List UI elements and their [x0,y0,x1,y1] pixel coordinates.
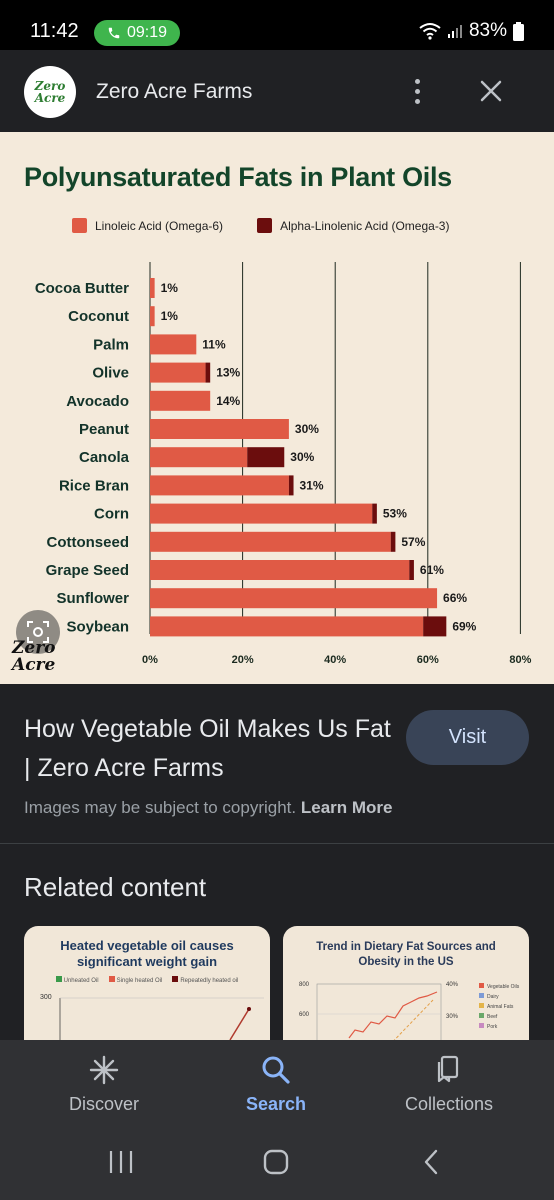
menu-dot [414,78,420,84]
nav-discover-label: Discover [68,1094,139,1114]
category-label: Coconut [68,308,129,325]
category-label: Palm [93,336,129,353]
bar-segment [423,616,447,637]
category-label: Corn [94,506,129,523]
collections-icon [437,1055,459,1083]
bar-segment [288,475,294,496]
nav-collections-label: Collections [404,1094,494,1114]
battery-percent: 83% [468,20,507,41]
bar-segment [150,278,155,298]
more-options-button[interactable] [402,76,432,106]
nav-search[interactable]: Search [196,1054,356,1115]
discover-icon [89,1055,119,1085]
data-label: 14% [216,394,240,408]
nav-discover[interactable]: Discover [24,1054,184,1115]
category-label: Soybean [66,618,129,635]
bar-segment [372,503,377,524]
ongoing-call-pill[interactable]: 09:19 [94,20,180,46]
category-label: Avocado [66,393,129,410]
category-label: Olive [92,365,129,382]
watermark-logo: Zero Acre [12,638,56,675]
bottom-navigation: Discover Search Collections [0,1040,554,1136]
bar-segment [150,419,289,439]
category-label: Rice Bran [59,477,129,494]
bar-segment [150,588,438,609]
bar-segment [150,475,289,496]
status-bar: 11:42 09:19 83% [0,0,554,50]
category-label: Sunflower [56,590,129,607]
copyright-text: Images may be subject to copyright. [24,798,297,817]
data-label: 13% [216,366,240,380]
nav-search-label: Search [245,1094,307,1114]
x-tick-label: 40% [324,654,346,666]
bar-segment [390,531,396,552]
category-label: Peanut [79,421,129,438]
call-duration: 09:19 [126,24,168,41]
home-icon[interactable] [262,1148,290,1176]
bar-segment [150,560,410,580]
card-chart-thumbnail [59,997,264,1056]
data-label: 66% [443,591,467,605]
data-label: 69% [452,619,476,633]
data-label: 31% [300,478,324,492]
learn-more-link[interactable]: Learn More [301,798,393,817]
data-label: 11% [202,337,226,351]
recent-apps-icon[interactable] [107,1148,135,1176]
close-button[interactable] [474,74,508,108]
bar-segment [205,362,211,383]
bar-segment [150,531,391,552]
data-label: 53% [383,507,407,521]
data-label: 1% [161,281,179,295]
bar-segment [150,306,155,327]
x-tick-label: 60% [417,654,439,666]
source-title[interactable]: Zero Acre Farms [96,80,252,104]
bar-segment [409,560,414,580]
bar-segment [150,503,373,524]
preview-image[interactable]: Polyunsaturated Fats in Plant Oils Linol… [0,132,554,684]
related-card-2[interactable]: Trend in Dietary Fat Sources and Obesity… [283,926,529,1056]
close-icon [480,80,502,102]
menu-dot [414,88,420,94]
phone-icon [108,27,120,39]
battery-icon [513,21,524,41]
data-label: 61% [420,563,444,577]
copyright-notice: Images may be subject to copyright. Lear… [24,798,393,818]
nav-collections[interactable]: Collections [369,1054,529,1115]
bar-segment [150,616,424,637]
bar-segment [150,362,206,383]
source-header: Zero Acre Zero Acre Farms [0,50,554,132]
bar-segment [150,334,197,355]
result-panel: How Vegetable Oil Makes Us Fat | Zero Ac… [0,684,554,844]
x-tick-label: 0% [142,654,158,666]
site-logo[interactable]: Zero Acre [24,66,76,118]
bar-segment [150,447,248,468]
back-icon[interactable] [418,1148,446,1176]
data-label: 57% [401,535,425,549]
x-tick-label: 20% [232,654,254,666]
data-label: 30% [295,422,319,436]
category-label: Cottonseed [47,534,130,551]
bar-chart: 0% 20% 40% 60% 80% Cocoa Butter 1% Coconut 1% Pal… [35,262,532,666]
x-tick-label: 80% [509,654,531,666]
category-label: Grape Seed [46,562,129,579]
system-navigation-bar [0,1136,554,1200]
logo-text: Zero Acre [34,79,66,105]
related-content-heading: Related content [24,872,207,902]
category-label: Canola [79,449,130,466]
status-clock: 11:42 [30,20,79,42]
visit-button[interactable]: Visit [406,710,529,765]
menu-dot [414,98,420,104]
bar-segment [247,447,285,468]
bar-segment [150,390,211,411]
signal-icon [447,25,462,38]
data-label: 30% [290,450,314,464]
result-title[interactable]: How Vegetable Oil Makes Us Fat | Zero Ac… [24,710,394,788]
card-chart-thumbnail [316,983,442,1056]
related-card-1[interactable]: Heated vegetable oil causes significant … [24,926,270,1056]
data-label: 1% [161,309,179,323]
wifi-icon [419,23,441,40]
search-icon [262,1056,290,1084]
category-label: Cocoa Butter [35,280,129,297]
